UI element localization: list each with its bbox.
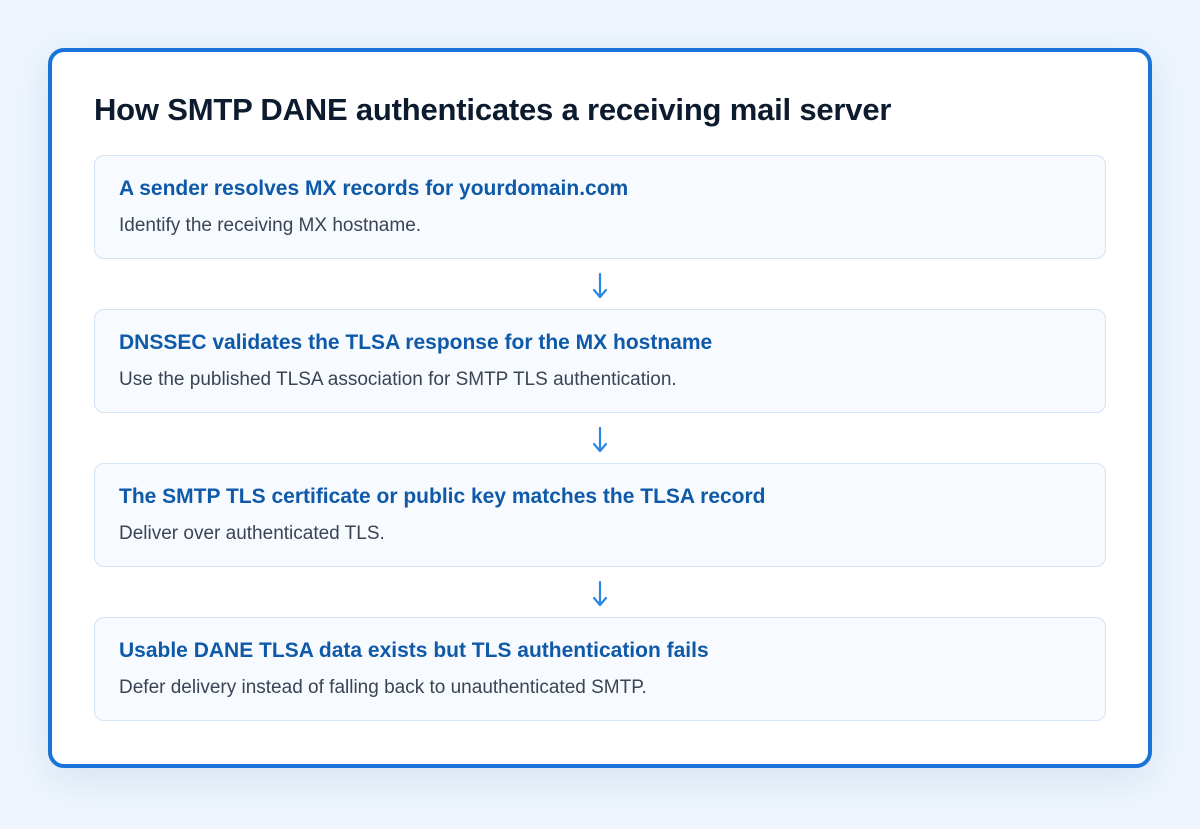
step-title: A sender resolves MX records for yourdom… bbox=[119, 177, 629, 200]
step-title: Usable DANE TLSA data exists but TLS aut… bbox=[119, 639, 709, 662]
diagram-card: How SMTP DANE authenticates a receiving … bbox=[48, 48, 1152, 768]
step-title: The SMTP TLS certificate or public key m… bbox=[119, 485, 766, 508]
step-description: Identify the receiving MX hostname. bbox=[119, 215, 422, 236]
step-title: DNSSEC validates the TLSA response for t… bbox=[119, 331, 713, 354]
step-box-4: Usable DANE TLSA data exists but TLS aut… bbox=[94, 617, 1106, 721]
step-box-2: DNSSEC validates the TLSA response for t… bbox=[94, 309, 1106, 413]
arrow-down-icon bbox=[584, 572, 616, 612]
arrow-down-icon bbox=[584, 418, 616, 458]
step-box-1: A sender resolves MX records for yourdom… bbox=[94, 155, 1106, 259]
step-description: Defer delivery instead of falling back t… bbox=[119, 677, 647, 698]
step-box-3: The SMTP TLS certificate or public key m… bbox=[94, 463, 1106, 567]
arrow-down-icon bbox=[584, 264, 616, 304]
step-description: Deliver over authenticated TLS. bbox=[119, 523, 385, 544]
step-description: Use the published TLSA association for S… bbox=[119, 369, 677, 390]
diagram-title: How SMTP DANE authenticates a receiving … bbox=[94, 92, 892, 127]
